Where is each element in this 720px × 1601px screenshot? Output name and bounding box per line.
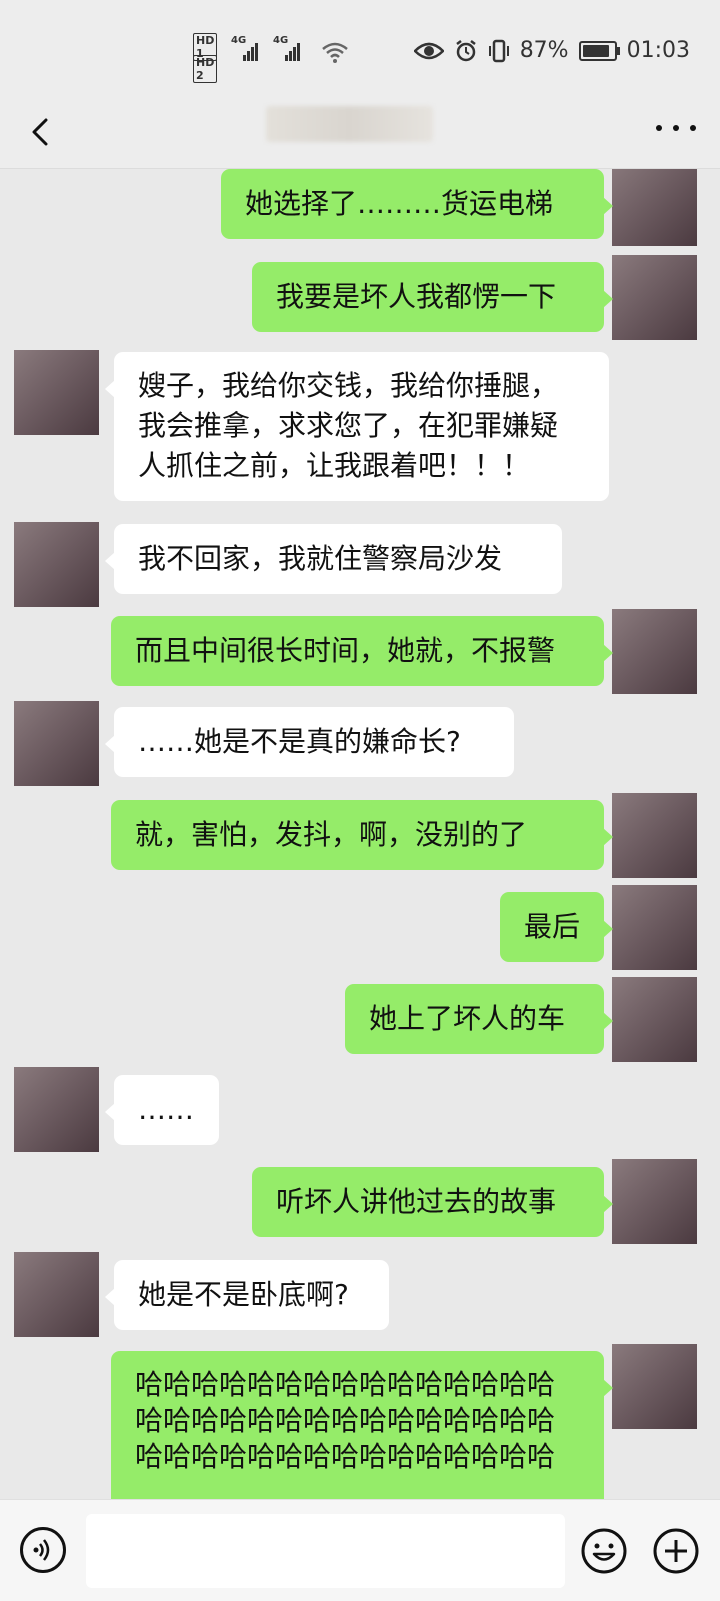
battery-level-fill bbox=[582, 44, 609, 57]
message-bubble-sent[interactable]: 最后 bbox=[500, 892, 613, 962]
hd2-badge: HD 2 bbox=[193, 55, 218, 83]
message-bubble-received[interactable]: 嫂子，我给你交钱，我给你捶腿，我会推拿，求求您了，在犯罪嫌疑人抓住之前，让我跟着… bbox=[105, 352, 609, 501]
eye-icon bbox=[413, 42, 444, 59]
message-bubble-sent[interactable]: 就，害怕，发抖，啊，没别的了 bbox=[111, 800, 613, 870]
alarm-icon bbox=[455, 39, 476, 61]
vibrate-icon bbox=[488, 39, 509, 62]
more-dots-icon bbox=[656, 125, 662, 131]
more-options-button[interactable] bbox=[656, 118, 696, 138]
signal-icon-2: 4G bbox=[273, 35, 300, 61]
signal-icon-1: 4G bbox=[231, 35, 258, 61]
contact-avatar[interactable] bbox=[14, 701, 99, 786]
voice-button[interactable] bbox=[20, 1527, 66, 1573]
network-type-2: 4G bbox=[273, 35, 289, 46]
message-bubble-sent[interactable]: 她选择了………货运电梯 bbox=[221, 169, 613, 239]
clock: 01:03 bbox=[626, 38, 690, 63]
status-bar: HD 1 HD 2 4G 4G 87% 01:03 bbox=[0, 0, 720, 96]
message-bubble-sent[interactable]: 哈哈哈哈哈哈哈哈哈哈哈哈哈哈哈哈哈哈哈哈哈哈哈哈哈哈哈哈哈哈哈哈哈哈哈哈哈哈哈哈… bbox=[111, 1351, 613, 1499]
my-avatar[interactable] bbox=[612, 793, 697, 878]
chat-title-redacted bbox=[266, 106, 433, 142]
system-indicators: 87% 01:03 bbox=[413, 38, 690, 63]
message-bubble-sent[interactable]: 我要是坏人我都愣一下 bbox=[252, 262, 613, 332]
plus-icon bbox=[653, 1528, 699, 1574]
my-avatar[interactable] bbox=[612, 1159, 697, 1244]
message-bubble-received[interactable]: 我不回家，我就住警察局沙发 bbox=[105, 524, 562, 594]
chat-header bbox=[0, 96, 720, 169]
message-bubble-sent[interactable]: 听坏人讲他过去的故事 bbox=[252, 1167, 613, 1237]
wifi-icon bbox=[322, 42, 348, 63]
my-avatar[interactable] bbox=[612, 977, 697, 1062]
my-avatar[interactable] bbox=[612, 609, 697, 694]
contact-avatar[interactable] bbox=[14, 522, 99, 607]
message-bubble-sent[interactable]: 而且中间很长时间，她就，不报警 bbox=[111, 616, 613, 686]
my-avatar[interactable] bbox=[612, 885, 697, 970]
emoji-icon bbox=[581, 1528, 627, 1574]
chevron-left-icon bbox=[32, 118, 48, 146]
my-avatar[interactable] bbox=[612, 1344, 697, 1429]
message-bubble-sent[interactable]: 她上了坏人的车 bbox=[345, 984, 613, 1054]
back-button[interactable] bbox=[22, 110, 66, 154]
emoji-button[interactable] bbox=[580, 1527, 628, 1575]
input-bar bbox=[0, 1499, 720, 1601]
message-bubble-received[interactable]: ……她是不是真的嫌命长? bbox=[105, 707, 514, 777]
contact-avatar[interactable] bbox=[14, 1067, 99, 1152]
my-avatar[interactable] bbox=[612, 169, 697, 246]
message-input[interactable] bbox=[86, 1514, 565, 1588]
more-functions-button[interactable] bbox=[652, 1527, 700, 1575]
contact-avatar[interactable] bbox=[14, 1252, 99, 1337]
battery-icon bbox=[578, 40, 620, 61]
message-bubble-received[interactable]: 她是不是卧底啊? bbox=[105, 1260, 389, 1330]
battery-percent: 87% bbox=[519, 38, 569, 63]
voice-icon bbox=[33, 1539, 50, 1561]
message-bubble-received[interactable]: …… bbox=[105, 1075, 219, 1145]
message-list[interactable]: 她选择了………货运电梯 我要是坏人我都愣一下 嫂子，我给你交钱，我给你捶腿，我会… bbox=[0, 169, 720, 1499]
network-type-1: 4G bbox=[231, 35, 247, 46]
my-avatar[interactable] bbox=[612, 255, 697, 340]
contact-avatar[interactable] bbox=[14, 350, 99, 435]
